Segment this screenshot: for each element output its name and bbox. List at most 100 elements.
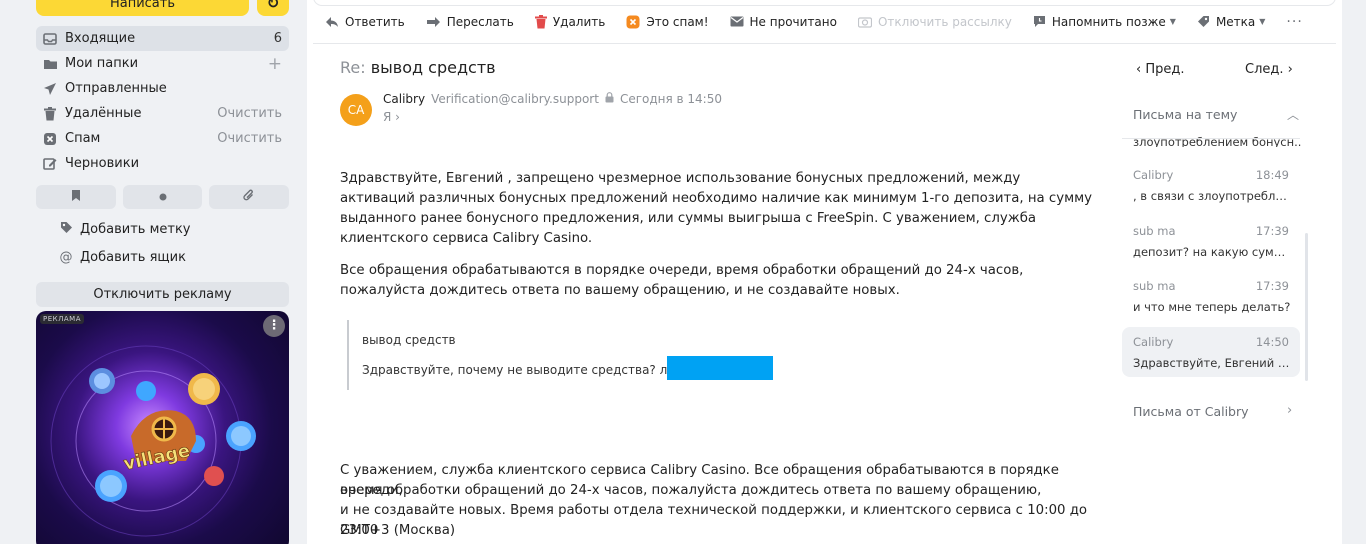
thread-sender: Calibry: [1133, 168, 1174, 182]
sender-line: Calibry Verification@calibry.support Сег…: [383, 92, 722, 106]
forward-icon: [426, 16, 441, 28]
thread-item[interactable]: sub ma 17:39 депозит? на какую сумму? ..…: [1122, 216, 1300, 266]
chevron-right-icon: ›: [1287, 403, 1293, 418]
thread-scrollbar[interactable]: [1305, 233, 1308, 381]
thread-snippet: и что мне теперь делать?: [1133, 300, 1291, 314]
thread-item-active[interactable]: Calibry 14:50 Здравствуйте, Евгений , за…: [1122, 327, 1300, 377]
chevron-down-icon: ▼: [1259, 17, 1266, 26]
at-icon: @: [59, 249, 73, 265]
thread-snippet: , в связи с злоупотреблени...: [1133, 189, 1293, 203]
thread-item[interactable]: sub ma 17:39 и что мне теперь делать?: [1122, 271, 1300, 321]
message-toolbar: Ответить Переслать Удалить Это спам! Не …: [313, 0, 1336, 44]
messages-from-sender-link[interactable]: Письма от Calibry: [1133, 404, 1249, 419]
spam-icon: [42, 131, 58, 147]
thread-time: 18:49: [1255, 168, 1289, 182]
mark-unread-label: Не прочитано: [749, 14, 837, 29]
avatar-initials: CA: [347, 103, 365, 117]
lock-icon: [605, 92, 614, 106]
folder-label: Черновики: [65, 156, 140, 171]
sender-email[interactable]: Verification@calibry.support: [431, 92, 599, 106]
divider: [1122, 138, 1300, 139]
label-button[interactable]: Метка ▼: [1197, 15, 1265, 29]
delete-button[interactable]: Удалить: [534, 14, 606, 29]
folder-icon: [42, 56, 58, 72]
add-label-link[interactable]: Добавить метку: [58, 219, 191, 239]
folder-drafts[interactable]: Черновики: [36, 151, 289, 176]
remind-later-button[interactable]: Напомнить позже ▼: [1033, 15, 1176, 29]
clear-spam-button[interactable]: Очистить: [217, 131, 282, 146]
trash-icon: [534, 14, 547, 29]
subject-text: вывод средств: [370, 58, 496, 77]
folder-inbox[interactable]: Входящие 6: [36, 26, 289, 51]
delete-label: Удалить: [552, 14, 606, 29]
prev-message-button[interactable]: ‹ Пред.: [1136, 62, 1185, 77]
add-mailbox-link[interactable]: @ Добавить ящик: [58, 247, 186, 267]
unsubscribe-icon: [857, 16, 872, 28]
unsubscribe-label: Отключить рассылку: [877, 14, 1012, 29]
thread-time: 17:39: [1255, 224, 1289, 238]
dot-icon: [159, 190, 167, 204]
quoted-message: вывод средств Здравствуйте, почему не вы…: [347, 320, 787, 390]
thread-title[interactable]: Письма на тему: [1133, 107, 1237, 122]
next-label: След.: [1245, 62, 1284, 77]
folder-label: Удалённые: [65, 106, 142, 121]
folder-sent[interactable]: Отправленные: [36, 76, 289, 101]
left-sidebar: Написать ↻ Входящие 6 Мои папки + Отправ…: [0, 0, 307, 544]
chevron-right-icon: ›: [1287, 62, 1293, 77]
clear-deleted-button[interactable]: Очистить: [217, 106, 282, 121]
more-actions-button[interactable]: ···: [1286, 14, 1302, 30]
thread-item[interactable]: Calibry 18:49 , в связи с злоупотреблени…: [1122, 160, 1300, 210]
unsubscribe-button[interactable]: Отключить рассылку: [857, 14, 1012, 29]
disable-ads-button[interactable]: Отключить рекламу: [36, 282, 289, 307]
bookmark-icon: [71, 189, 81, 205]
chevron-up-icon[interactable]: ︿: [1287, 106, 1299, 123]
label-label: Метка: [1215, 14, 1256, 29]
thread-sender: Calibry: [1133, 335, 1174, 349]
ad-banner[interactable]: РЕКЛАМА ⋮ village: [36, 311, 289, 544]
draft-icon: [42, 156, 58, 172]
spam-button[interactable]: Это спам!: [626, 14, 709, 29]
inbox-icon: [42, 31, 58, 47]
compose-button[interactable]: Написать: [36, 0, 249, 16]
thread-item-partial[interactable]: злоупотреблением бонусн...: [1133, 135, 1301, 147]
filter-bookmarked-button[interactable]: [36, 185, 116, 209]
forward-button[interactable]: Переслать: [426, 15, 514, 29]
next-message-button[interactable]: След. ›: [1245, 62, 1293, 77]
folder-list: Входящие 6 Мои папки + Отправленные Удал…: [36, 26, 289, 176]
tag-icon: [58, 221, 74, 238]
chevron-down-icon: ▼: [1169, 17, 1176, 26]
filter-attachments-button[interactable]: [209, 185, 290, 209]
tag-icon: [1197, 15, 1210, 28]
sender-avatar[interactable]: CA: [340, 94, 372, 126]
thread-snippet: депозит? на какую сумму? ...: [1133, 245, 1293, 259]
thread-sender: sub ma: [1133, 224, 1176, 238]
disable-ads-label: Отключить рекламу: [93, 287, 232, 302]
folder-label: Спам: [65, 131, 101, 146]
message-paragraph: Здравствуйте, Евгений , запрещено чрезме…: [340, 171, 1093, 246]
message-subject: Re: вывод средств: [340, 58, 496, 77]
reply-button[interactable]: Ответить: [325, 15, 405, 29]
add-folder-button[interactable]: +: [268, 54, 282, 74]
unread-count: 6: [273, 31, 282, 46]
sender-name[interactable]: Calibry: [383, 92, 425, 106]
reply-label: Ответить: [345, 14, 405, 29]
thread-time: 17:39: [1255, 279, 1289, 293]
refresh-icon: ↻: [266, 0, 280, 12]
signature-line: GMT+3 (Москва): [340, 523, 456, 538]
folder-deleted[interactable]: Удалённые Очистить: [36, 101, 289, 126]
envelope-icon: [730, 16, 744, 27]
filter-unread-button[interactable]: [122, 185, 203, 209]
folder-label: Мои папки: [65, 56, 139, 71]
folder-my-folders[interactable]: Мои папки +: [36, 51, 289, 76]
subject-prefix: Re:: [340, 58, 366, 77]
recipients-toggle[interactable]: Я ›: [383, 110, 400, 124]
folder-label: Отправленные: [65, 81, 167, 96]
redaction-box: [667, 356, 773, 380]
reply-icon: [325, 16, 339, 28]
mark-unread-button[interactable]: Не прочитано: [730, 15, 837, 29]
remind-later-label: Напомнить позже: [1051, 14, 1166, 29]
folder-spam[interactable]: Спам Очистить: [36, 126, 289, 151]
recipient-name: Я: [383, 110, 392, 124]
spam-label: Это спам!: [646, 14, 709, 29]
refresh-button[interactable]: ↻: [257, 0, 289, 16]
